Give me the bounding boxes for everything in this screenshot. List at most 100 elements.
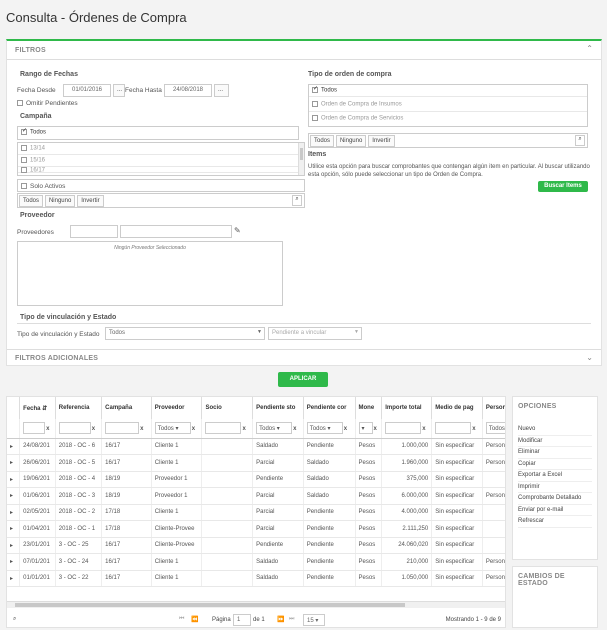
expand-row-icon[interactable]: ▸ [7,471,21,488]
table-row[interactable]: ▸ 26/06/201 2018 - OC - 5 16/17 Cliente 1 Par… [7,454,505,472]
expand-row-icon[interactable]: ▸ [7,553,21,571]
tipo-orden-item[interactable]: Orden de Compra de Servicios [309,112,587,127]
collapse-icon[interactable]: ⌃ [586,44,593,53]
opcion-item[interactable]: Nuevo [518,424,592,436]
importe-filter-input[interactable] [385,422,422,435]
search-icon[interactable]: ⌕ [292,195,302,206]
table-row[interactable]: ▸ 02/05/201 2018 - OC - 2 17/18 Cliente 1 Par… [7,504,505,521]
fecha-desde-input[interactable]: 01/01/2016 [63,84,111,97]
solo-activos-checkbox[interactable]: Solo Activos [17,179,305,192]
opcion-item[interactable]: Exportar a Excel [518,470,592,482]
table-row[interactable]: ▸ 19/06/201 2018 - OC - 4 18/19 Proveedor 1 P… [7,471,505,488]
search-icon[interactable]: ⌕ [575,135,585,146]
clear-icon[interactable]: x [192,426,195,432]
checkbox-icon[interactable] [17,100,23,107]
scrollbar[interactable] [298,143,304,175]
table-row[interactable]: ▸ 01/04/201 2018 - OC - 1 17/18 Cliente-Prov… [7,520,505,538]
clear-icon[interactable]: x [472,426,475,432]
clear-icon[interactable]: x [242,426,245,432]
column-header-pendiente-stock[interactable]: Pendiente sto [252,397,304,419]
expand-row-icon[interactable]: ▸ [7,520,21,538]
opcion-item[interactable]: Modificar [518,436,592,447]
opcion-item[interactable]: Refrescar [518,516,592,528]
column-header-campana[interactable]: Campaña [101,397,152,419]
checkbox-icon[interactable] [21,183,27,190]
column-header-moneda[interactable]: Mone [355,397,383,419]
clear-icon[interactable]: x [140,426,143,432]
checkbox-icon[interactable] [21,145,27,151]
column-header-referencia[interactable]: Referencia [55,397,103,419]
vinculacion-select[interactable]: Todos ▼ [105,327,265,340]
proveedor-code-input[interactable] [70,225,118,238]
proveedores-list[interactable]: Ningún Proveedor Seleccionado [17,241,283,306]
socio-filter-input[interactable] [205,422,242,435]
proveedor-filter-select[interactable]: Todos ▾ [154,422,191,435]
clear-icon[interactable]: x [293,426,296,432]
last-page-icon[interactable]: ⏭ [289,616,294,623]
filtros-header[interactable]: FILTROS [15,47,46,54]
column-header-personal-solicitante[interactable]: Personal So [482,397,505,419]
checkbox-icon[interactable] [312,85,318,93]
omitir-pendientes-checkbox[interactable]: Omitir Pendientes [17,100,78,107]
scrollbar-thumb[interactable] [300,148,303,160]
page-size-select[interactable]: 15 ▾ [303,614,325,626]
opcion-item[interactable]: Enviar por e-mail [518,505,592,516]
opcion-item[interactable]: Eliminar [518,447,592,459]
table-row[interactable]: ▸ 01/06/201 2018 - OC - 3 18/19 Proveedor 1 P… [7,487,505,505]
table-row[interactable]: ▸ 07/01/201 3 - OC - 24 16/17 Cliente 1 Salda… [7,553,505,571]
fecha-desde-picker-button[interactable]: ... [113,84,125,97]
pendiente-stock-filter-select[interactable]: Todos ▾ [256,422,293,435]
column-header-medio-de-pago[interactable]: Medio de pag [431,397,483,419]
tipo-orden-item[interactable]: Orden de Compra de Insumos [309,97,587,112]
search-icon[interactable]: ⌕ [13,616,16,623]
table-row[interactable]: ▸ 23/01/201 3 - OC - 25 16/17 Cliente-Provee… [7,537,505,554]
pendiente-comprobante-filter-select[interactable]: Todos ▾ [306,422,343,435]
clear-icon[interactable]: x [92,426,95,432]
moneda-filter-select[interactable]: ▾ [358,422,373,435]
column-header-pendiente-comprobante[interactable]: Pendiente cor [303,397,356,419]
checkbox-icon[interactable] [21,167,27,173]
column-header-socio[interactable]: Socio [201,397,254,419]
campana-item-todos[interactable]: Todos [18,127,298,139]
expand-row-icon[interactable]: ▸ [7,504,21,521]
checkbox-icon[interactable] [21,127,27,135]
column-header-proveedor[interactable]: Proveedor [151,397,203,419]
clear-icon[interactable]: x [422,426,425,432]
expand-row-icon[interactable]: ▸ [7,438,21,455]
clear-icon[interactable]: x [344,426,347,432]
column-header-importe-total[interactable]: Importe total [381,397,433,419]
campana-filter-input[interactable] [105,422,140,435]
clear-icon[interactable]: x [374,426,377,432]
tipo-orden-list[interactable]: Todos Orden de Compra de Insumos Orden d… [308,84,588,127]
personal-filter-select[interactable]: Todos ▾ [485,422,505,435]
expand-row-icon[interactable]: ▸ [7,454,21,472]
todos-button[interactable]: Todos [19,195,44,207]
fecha-hasta-picker-button[interactable]: ... [214,84,229,97]
ninguno-button[interactable]: Ninguno [335,135,367,147]
todos-button[interactable]: Todos [310,135,335,147]
expand-icon[interactable]: ⌄ [586,353,593,362]
invertir-button[interactable]: Invertir [77,195,104,207]
expand-row-icon[interactable]: ▸ [7,487,21,505]
estado-select[interactable]: Pendiente a vincular ▼ [268,327,362,340]
invertir-button[interactable]: Invertir [368,135,395,147]
prev-page-icon[interactable]: ⏪ [191,616,198,623]
table-row[interactable]: ▸ 24/08/201 2018 - OC - 6 16/17 Cliente 1 Sal… [7,438,505,455]
opcion-item[interactable]: Imprimir [518,482,592,493]
scrollbar-thumb[interactable] [15,603,405,607]
buscar-items-button[interactable]: Buscar Items [538,181,588,192]
campana-item[interactable]: 15/16 [18,155,304,167]
checkbox-icon[interactable] [312,115,318,121]
opcion-item[interactable]: Copiar [518,459,592,470]
expand-row-icon[interactable]: ▸ [7,537,21,554]
ninguno-button[interactable]: Ninguno [44,195,76,207]
fecha-filter-input[interactable] [23,422,46,435]
table-row[interactable]: ▸ 01/01/201 3 - OC - 22 16/17 Cliente 1 Salda… [7,570,505,587]
tipo-orden-item-todos[interactable]: Todos [309,85,587,97]
next-page-icon[interactable]: ⏩ [277,616,284,623]
aplicar-button[interactable]: APLICAR [278,372,328,387]
expand-row-icon[interactable]: ▸ [7,570,21,587]
referencia-filter-input[interactable] [58,422,91,435]
filtros-adicionales-header[interactable]: FILTROS ADICIONALES [15,355,98,362]
edit-icon[interactable]: ✎ [234,226,241,235]
